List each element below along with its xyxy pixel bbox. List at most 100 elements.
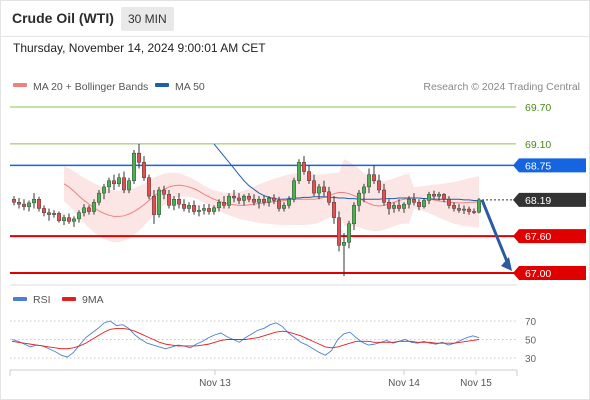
rsi-legend-swatch xyxy=(13,297,27,301)
candle-body xyxy=(131,152,136,181)
candle-body xyxy=(267,197,272,203)
candle-body xyxy=(362,186,367,194)
level-label-69.10: 69.10 xyxy=(525,139,551,151)
x-tick-label: Nov 14 xyxy=(388,378,420,389)
candle-body xyxy=(317,186,322,194)
candle-body xyxy=(196,210,201,212)
candle-body xyxy=(121,177,126,191)
rsi-ma-line xyxy=(11,327,480,350)
candle-body xyxy=(352,205,357,225)
candle-body xyxy=(27,202,32,207)
candle-body xyxy=(17,202,22,205)
candle-body xyxy=(347,223,352,243)
candle-body xyxy=(402,203,407,209)
x-tick-label: Nov 15 xyxy=(460,378,492,389)
level-label-68.19: 68.19 xyxy=(525,195,551,207)
candle-body xyxy=(236,197,241,201)
candle-body xyxy=(302,162,307,172)
rsi-tick-50: 50 xyxy=(525,336,537,347)
candle-body xyxy=(86,207,91,212)
rsi-legend-label: RSI xyxy=(33,294,51,306)
candle-body xyxy=(221,202,226,206)
candle-body xyxy=(146,177,151,197)
candle-body xyxy=(472,211,477,213)
candle-body xyxy=(437,194,442,197)
candle-body xyxy=(42,208,47,213)
candle-body xyxy=(246,195,251,200)
candle-body xyxy=(52,213,57,215)
rsi-tick-30: 30 xyxy=(525,354,537,365)
candle-body xyxy=(387,202,392,209)
candle-body xyxy=(257,199,262,203)
candle-body xyxy=(372,174,377,181)
candle-body xyxy=(201,208,206,211)
candle-body xyxy=(22,203,27,207)
candle-body xyxy=(226,195,231,206)
candle-body xyxy=(76,212,81,220)
level-label-67.60: 67.60 xyxy=(525,231,551,243)
candle-body xyxy=(211,207,216,212)
candle-body xyxy=(462,208,467,211)
candle-body xyxy=(327,191,332,203)
ma20-legend-label: MA 20 + Bollinger Bands xyxy=(33,81,148,93)
candle-body xyxy=(57,213,62,221)
candle-body xyxy=(432,194,437,197)
candle-body xyxy=(297,162,302,181)
bollinger-band xyxy=(64,159,479,243)
candle-body xyxy=(206,208,211,212)
candle-body xyxy=(161,189,166,195)
candle-body xyxy=(71,218,76,222)
candle-body xyxy=(111,180,116,185)
candle-body xyxy=(442,194,447,200)
candle-body xyxy=(477,199,482,213)
ma50-legend-swatch xyxy=(155,83,169,87)
candle-body xyxy=(277,200,282,209)
candle-body xyxy=(32,199,37,204)
rsi-tick-70: 70 xyxy=(525,317,537,328)
candle-body xyxy=(407,199,412,205)
rsi-panel: 70 50 30 xyxy=(10,317,537,365)
candle-body xyxy=(262,199,267,203)
candle-body xyxy=(101,186,106,194)
candle-body xyxy=(447,199,452,206)
candle-body xyxy=(176,199,181,205)
candle-body xyxy=(106,180,111,188)
candle-body xyxy=(181,203,186,209)
rsi-ma-legend-label: 9MA xyxy=(82,294,104,306)
candle-body xyxy=(47,212,52,215)
candle-body xyxy=(412,199,417,203)
level-label-69.70: 69.70 xyxy=(525,102,551,114)
candle-body xyxy=(116,177,121,185)
candle-body xyxy=(191,205,196,212)
candle-body xyxy=(96,192,101,203)
candle-body xyxy=(357,192,362,206)
candle-body xyxy=(417,202,422,207)
candle-body xyxy=(11,199,16,203)
level-label-68.75: 68.75 xyxy=(525,160,551,172)
candle-body xyxy=(452,205,457,209)
candle-body xyxy=(141,162,146,178)
candle-body xyxy=(216,202,221,209)
ma50-legend-label: MA 50 xyxy=(175,81,205,93)
candle-body xyxy=(422,200,427,207)
candle-body xyxy=(91,202,96,212)
candle-body xyxy=(151,195,156,215)
candle-body xyxy=(427,194,432,201)
candle-body xyxy=(287,199,292,206)
candle-body xyxy=(251,199,256,203)
candle-body xyxy=(136,152,141,163)
candle-body xyxy=(342,242,347,246)
candle-body xyxy=(457,208,462,211)
candle-body xyxy=(186,205,191,209)
candle-body xyxy=(66,217,71,222)
candle-body xyxy=(397,205,402,209)
candle-body xyxy=(467,208,472,212)
candle-body xyxy=(62,217,67,221)
candle-body xyxy=(166,194,171,206)
rsi-ma-legend-swatch xyxy=(62,297,76,301)
candle-body xyxy=(337,217,342,246)
candle-body xyxy=(282,205,287,209)
candle-body xyxy=(312,180,317,194)
candle-body xyxy=(241,195,246,201)
candle-body xyxy=(156,189,161,215)
